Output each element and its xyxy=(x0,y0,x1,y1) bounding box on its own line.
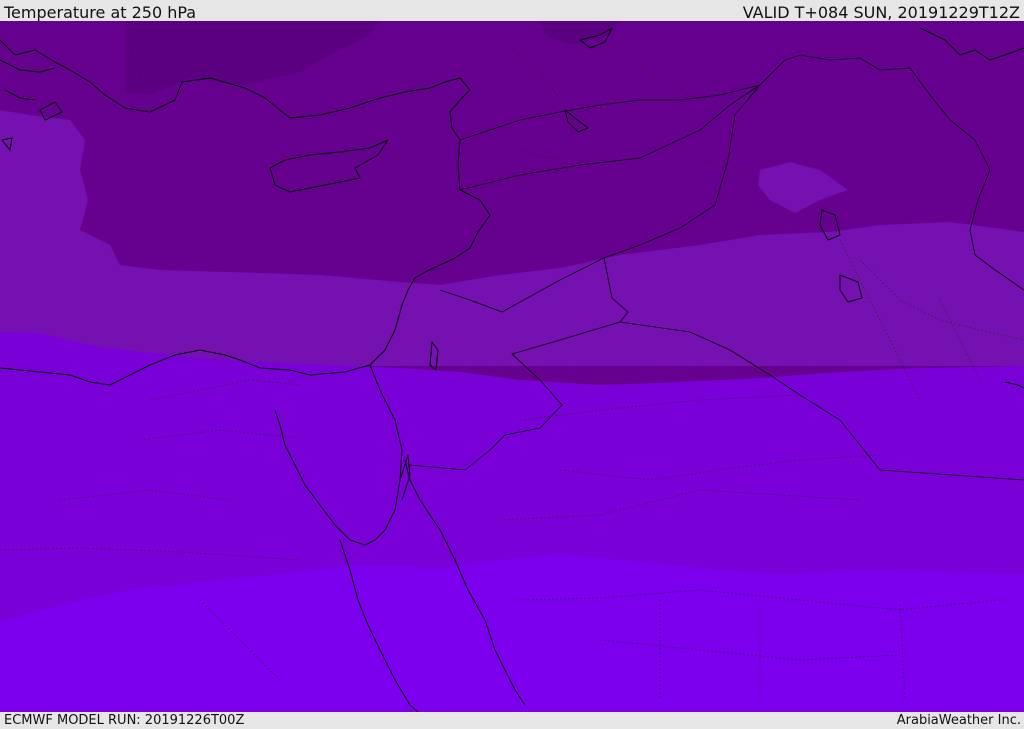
top-bar: Temperature at 250 hPa VALID T+084 SUN, … xyxy=(0,0,1024,22)
map-canvas xyxy=(0,21,1024,712)
model-run-label: ECMWF MODEL RUN: 20191226T00Z xyxy=(4,713,245,728)
credit-label: ArabiaWeather Inc. xyxy=(896,713,1021,728)
map-title: Temperature at 250 hPa xyxy=(4,3,197,22)
temperature-map[interactable] xyxy=(0,21,1024,712)
bottom-bar: ECMWF MODEL RUN: 20191226T00Z ArabiaWeat… xyxy=(0,712,1024,729)
valid-time: VALID T+084 SUN, 20191229T12Z xyxy=(742,3,1020,22)
